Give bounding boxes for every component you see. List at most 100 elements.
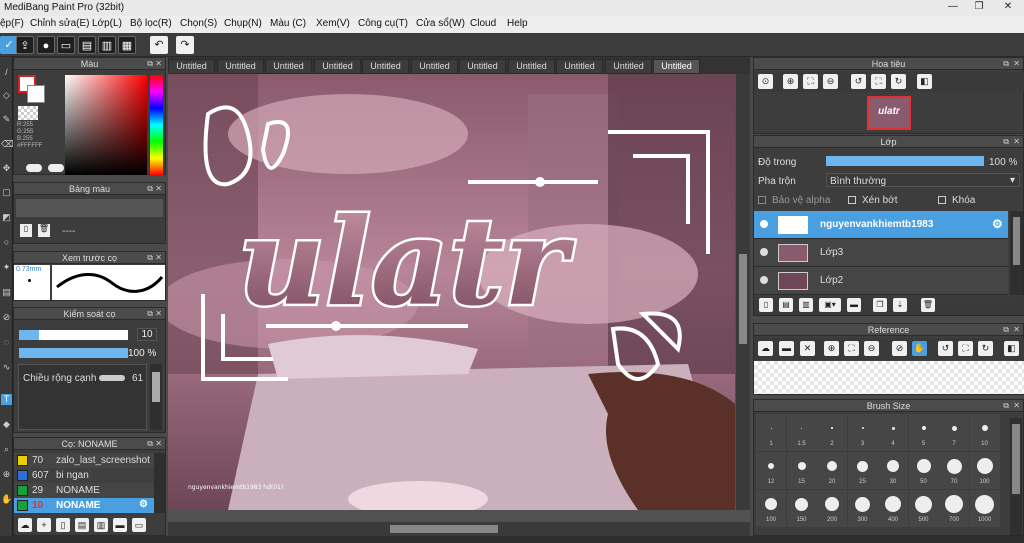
menu-select[interactable]: Chọn(S) bbox=[180, 18, 217, 29]
wand-tool-icon[interactable]: ✦ bbox=[1, 262, 12, 273]
page-icon[interactable]: ▤ bbox=[78, 36, 96, 54]
delete-palette-icon[interactable]: 🗑 bbox=[38, 224, 50, 237]
reset-rotation-icon[interactable]: ⛶ bbox=[958, 341, 973, 356]
brush-list-scrollbar[interactable] bbox=[154, 453, 165, 513]
brush-control-scrollbar[interactable] bbox=[150, 364, 162, 430]
close-icon[interactable]: ✕ bbox=[155, 438, 162, 450]
float-icon[interactable]: ⧉ bbox=[1003, 136, 1009, 148]
document-tab[interactable]: Untitled bbox=[217, 59, 264, 74]
menu-color[interactable]: Màu (C) bbox=[270, 18, 306, 29]
smudge-tool-icon[interactable]: ∿ bbox=[1, 362, 12, 373]
close-icon[interactable]: ✕ bbox=[155, 252, 162, 264]
float-icon[interactable]: ⧉ bbox=[1003, 58, 1009, 70]
close-icon[interactable]: ✕ bbox=[155, 308, 162, 320]
brush-file-icon[interactable]: ▯ bbox=[56, 518, 70, 532]
zoom-in-icon[interactable]: ⊕ bbox=[824, 341, 839, 356]
brush-opacity-slider[interactable] bbox=[19, 348, 128, 358]
new-color-layer-icon[interactable]: ▤ bbox=[779, 298, 793, 312]
float-icon[interactable]: ⧉ bbox=[147, 308, 153, 320]
brush-delete-icon[interactable]: ▭ bbox=[132, 518, 146, 532]
eyedropper-icon[interactable]: ⊘ bbox=[892, 341, 907, 356]
rotate-right-icon[interactable]: ↻ bbox=[891, 74, 906, 89]
close-icon[interactable]: ✕ bbox=[1013, 324, 1020, 336]
rotate-left-icon[interactable]: ↺ bbox=[851, 74, 866, 89]
dropper-tool-icon[interactable]: ⌕ bbox=[1, 444, 12, 455]
zoom-fit-icon[interactable]: ⊙ bbox=[758, 74, 773, 89]
zoom-in-icon[interactable]: ⊕ bbox=[783, 74, 798, 89]
blend-mode-select[interactable]: Bình thường ▾ bbox=[826, 173, 1020, 187]
add-layer-dropdown-icon[interactable]: ▣▾ bbox=[819, 298, 841, 312]
brush-list-item-selected[interactable]: 10 NONAME ⚙ bbox=[14, 498, 154, 513]
zoom-out-icon[interactable]: ⊖ bbox=[823, 74, 838, 89]
artwork-canvas[interactable]: ulatr nguyenvankhiemtb1983 hđ(01) bbox=[168, 74, 735, 510]
shape-tool-icon[interactable]: ◇ bbox=[1, 90, 12, 101]
hue-slider[interactable] bbox=[150, 75, 163, 175]
layer-row-selected[interactable]: nguyenvankhiemtb1983 ⚙ bbox=[754, 211, 1008, 239]
close-icon[interactable]: ✕ bbox=[1013, 400, 1020, 412]
hand-icon[interactable]: ✋ bbox=[912, 341, 927, 356]
protect-alpha-checkbox[interactable] bbox=[758, 196, 766, 204]
restore-button[interactable]: ❐ bbox=[966, 0, 992, 14]
folder-icon[interactable]: ▬ bbox=[847, 298, 861, 312]
eye-icon[interactable] bbox=[760, 220, 768, 228]
cloud-brush-icon[interactable]: ☁ bbox=[18, 518, 32, 532]
menu-cloud[interactable]: Cloud bbox=[470, 18, 496, 29]
brush-copy-icon[interactable]: ▥ bbox=[94, 518, 108, 532]
hand-tool-icon[interactable]: ✋ bbox=[1, 494, 12, 505]
gear-icon[interactable]: ⚙ bbox=[139, 499, 148, 510]
zoom-tool-icon[interactable]: ⊕ bbox=[1, 469, 12, 480]
document-tab[interactable]: Untitled bbox=[314, 59, 361, 74]
float-icon[interactable]: ⧉ bbox=[1003, 324, 1009, 336]
brush-add-file-icon[interactable]: ▤ bbox=[75, 518, 89, 532]
eyedrop-toggle[interactable] bbox=[26, 164, 42, 172]
float-icon[interactable]: ⧉ bbox=[1003, 400, 1009, 412]
menu-edit[interactable]: Chỉnh sửa(E) bbox=[30, 18, 90, 29]
canvas-area[interactable]: ulatr nguyenvankhiemtb1983 hđ(01) bbox=[168, 74, 750, 522]
float-icon[interactable]: ⧉ bbox=[147, 438, 153, 450]
layer-row[interactable]: Lớp3 bbox=[754, 239, 1008, 267]
clipping-checkbox[interactable] bbox=[848, 196, 856, 204]
layer-opacity-slider[interactable] bbox=[826, 156, 984, 166]
layer-scrollbar[interactable] bbox=[1010, 211, 1023, 295]
document-tab[interactable]: Untitled bbox=[605, 59, 652, 74]
brush-list-item[interactable]: 29 NONAME bbox=[14, 483, 154, 498]
select-tool-icon[interactable]: ▢ bbox=[1, 187, 12, 198]
new-layer-icon[interactable]: ▯ bbox=[759, 298, 773, 312]
close-icon[interactable]: ✕ bbox=[1013, 58, 1020, 70]
eraser-tool-icon[interactable]: ⌫ bbox=[1, 139, 14, 150]
menu-window[interactable]: Cửa sổ(W) bbox=[416, 18, 465, 29]
brush-list-item[interactable]: 70 zalo_last_screenshot bbox=[14, 453, 154, 468]
brush-list-item[interactable]: 607 bi ngan bbox=[14, 468, 154, 483]
close-button[interactable]: ✕ bbox=[992, 0, 1024, 14]
new-palette-icon[interactable]: ▯ bbox=[20, 224, 32, 237]
minimize-button[interactable]: — bbox=[940, 0, 966, 14]
brush-tool-icon[interactable]: ✎ bbox=[1, 114, 12, 125]
swap-toggle[interactable] bbox=[48, 164, 64, 172]
merge-layer-icon[interactable]: ⇣ bbox=[893, 298, 907, 312]
fill-tool-icon[interactable]: ◩ bbox=[1, 212, 12, 223]
float-icon[interactable]: ⧉ bbox=[147, 183, 153, 195]
document-tab[interactable]: Untitled bbox=[265, 59, 312, 74]
brush-folder-icon[interactable]: ▬ bbox=[113, 518, 127, 532]
rotate-right-icon[interactable]: ↻ bbox=[978, 341, 993, 356]
lasso-tool-icon[interactable]: ○ bbox=[1, 237, 12, 248]
flip-icon[interactable]: ◧ bbox=[917, 74, 932, 89]
open-reference-icon[interactable]: ▬ bbox=[779, 341, 794, 356]
menu-help[interactable]: Help bbox=[507, 18, 528, 29]
menu-filter[interactable]: Bộ lọc(R) bbox=[130, 18, 172, 29]
layer-row[interactable]: Lớp2 bbox=[754, 267, 1008, 295]
move-tool-icon[interactable]: ✥ bbox=[1, 163, 12, 174]
speech-bubble-icon[interactable]: ● bbox=[37, 36, 55, 54]
document-tab[interactable]: Untitled bbox=[459, 59, 506, 74]
edge-width-slider[interactable] bbox=[99, 375, 125, 381]
close-icon[interactable]: ✕ bbox=[1013, 136, 1020, 148]
undo-icon[interactable]: ↶ bbox=[150, 36, 168, 54]
brush-size-value[interactable]: 10 bbox=[137, 328, 157, 341]
lock-checkbox[interactable] bbox=[938, 196, 946, 204]
document-tab[interactable]: Untitled bbox=[411, 59, 458, 74]
upload-icon[interactable]: ⇪ bbox=[16, 36, 34, 54]
new-halftone-layer-icon[interactable]: ▥ bbox=[799, 298, 813, 312]
operation-tool-icon[interactable]: ◆ bbox=[1, 419, 12, 430]
eye-icon[interactable] bbox=[760, 248, 768, 256]
menu-view[interactable]: Xem(V) bbox=[316, 18, 350, 29]
